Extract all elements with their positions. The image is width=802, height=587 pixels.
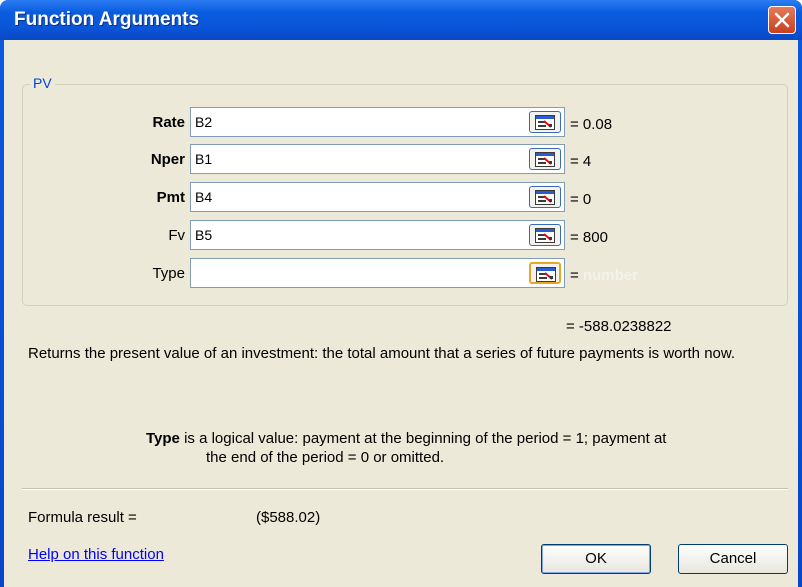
arg-input-type[interactable] xyxy=(190,258,565,288)
function-description: Returns the present value of an investme… xyxy=(28,345,736,362)
dialog-title: Function Arguments xyxy=(14,9,200,30)
formula-result-value: ($588.02) xyxy=(256,509,321,526)
ref-button-type[interactable] xyxy=(529,262,561,284)
arg-input-rate[interactable]: B2 xyxy=(190,107,565,137)
arg-type-hint: number xyxy=(582,267,638,284)
arg-label-pmt: Pmt xyxy=(156,189,185,206)
arg-label-nper: Nper xyxy=(150,151,185,168)
close-icon xyxy=(774,12,790,28)
arg-label-type: Type xyxy=(152,265,185,282)
collapse-dialog-icon xyxy=(535,190,555,205)
arg-input-fv[interactable]: B5 xyxy=(190,220,565,250)
ref-button-nper[interactable] xyxy=(529,148,561,170)
collapse-dialog-icon xyxy=(536,267,556,282)
arg-input-nper[interactable]: B1 xyxy=(190,144,565,174)
argument-help-text: is a logical value: payment at the begin… xyxy=(184,430,667,447)
ref-button-rate[interactable] xyxy=(529,111,561,133)
arg-result-rate: = 0.08 xyxy=(570,116,613,133)
formula-result-label: Formula result = xyxy=(28,509,137,526)
arg-result-fv: = 800 xyxy=(570,229,608,246)
argument-help-name: Type xyxy=(146,430,180,447)
divider xyxy=(22,488,788,490)
ref-button-pmt[interactable] xyxy=(529,186,561,208)
arg-result-nper: = 4 xyxy=(570,153,592,170)
ref-button-fv[interactable] xyxy=(529,224,561,246)
arg-result-type-equals: = xyxy=(570,267,579,284)
arg-input-pmt[interactable]: B4 xyxy=(190,182,565,212)
argument-help: Type is a logical value: payment at the … xyxy=(146,428,796,449)
cancel-button[interactable]: Cancel xyxy=(678,544,788,574)
arg-result-pmt: = 0 xyxy=(570,191,592,208)
collapse-dialog-icon xyxy=(535,228,555,243)
collapse-dialog-icon xyxy=(535,152,555,167)
arg-label-fv: Fv xyxy=(168,227,185,244)
function-name-label: PV xyxy=(30,75,55,91)
argument-help-text-cont: the end of the period = 0 or omitted. xyxy=(206,449,445,466)
arg-result-type: = number xyxy=(570,267,638,284)
close-button[interactable] xyxy=(768,6,796,34)
collapse-dialog-icon xyxy=(535,115,555,130)
ok-button[interactable]: OK xyxy=(541,544,651,574)
title-bar[interactable]: Function Arguments xyxy=(0,0,802,40)
function-result: = -588.0238822 xyxy=(566,318,672,335)
arg-label-rate: Rate xyxy=(152,114,185,131)
help-link[interactable]: Help on this function xyxy=(28,546,164,563)
